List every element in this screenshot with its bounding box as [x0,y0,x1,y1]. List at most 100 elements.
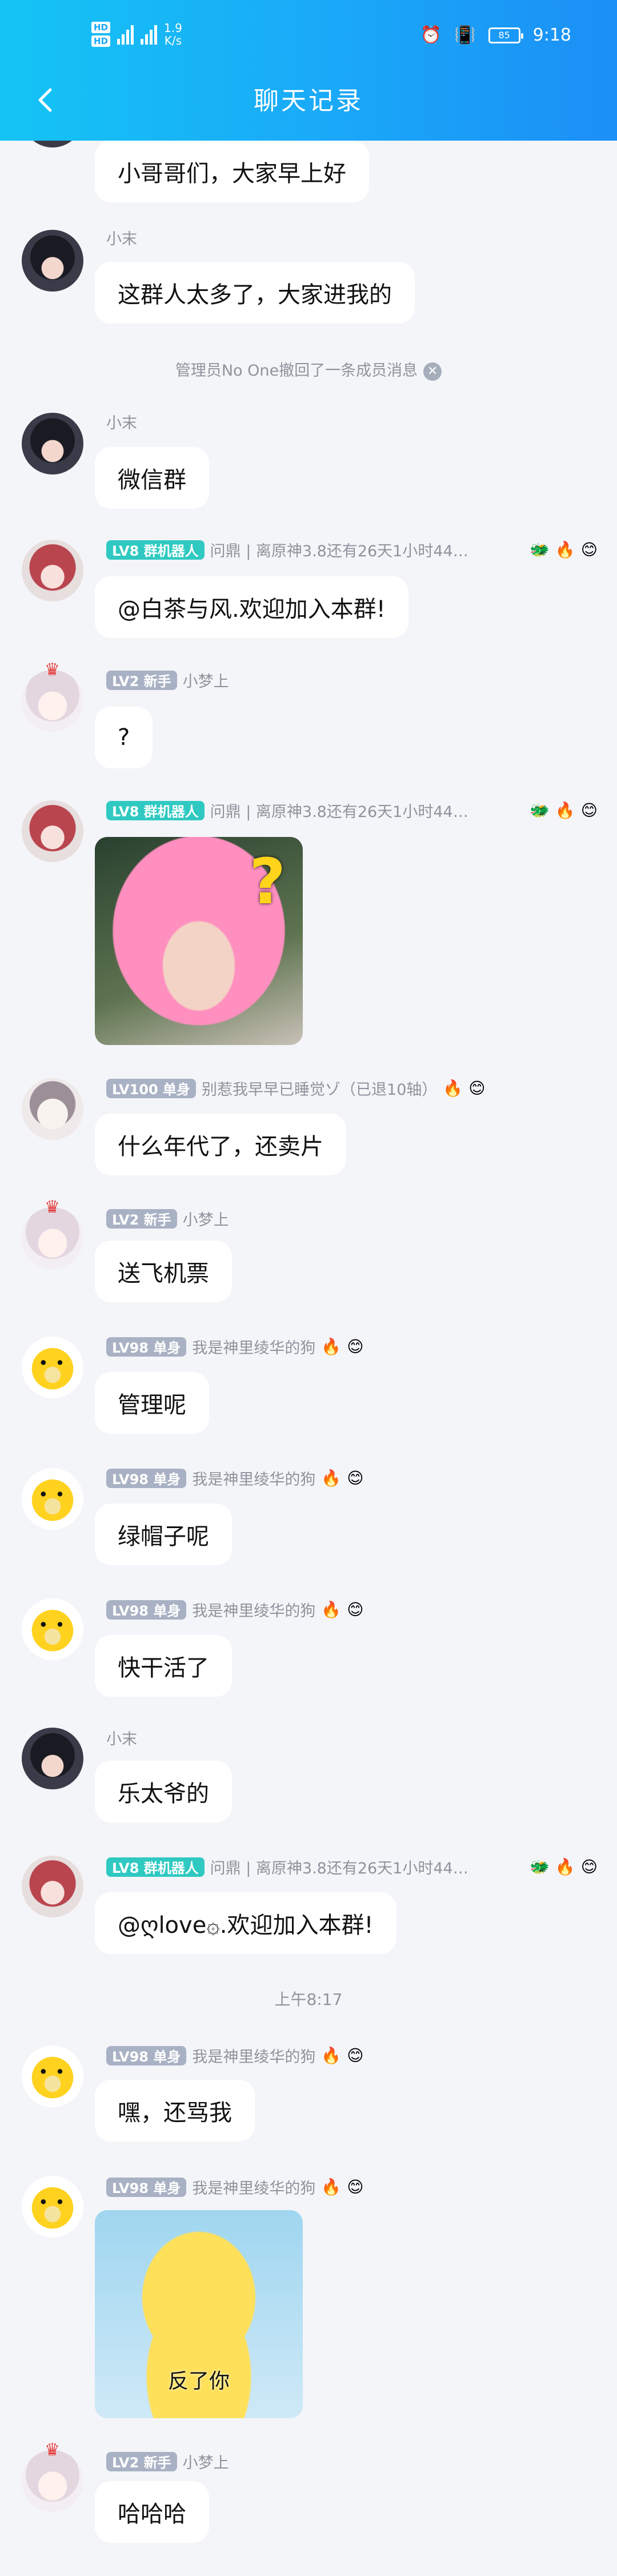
avatar[interactable]: ♛ [22,1197,83,1269]
message-bubble[interactable]: 送飞机票 [95,1241,232,1302]
header: HD HD 1.9 K/s ⏰ 📳 85 9:18 聊天记录 [0,0,617,141]
message-bubble[interactable]: ? [95,707,153,768]
message-bubble[interactable]: 管理呢 [95,1372,209,1434]
avatar[interactable]: ♛ [22,660,83,732]
smile-icon: 😊 [347,1469,364,1488]
sticker-message[interactable]: 反了你 [95,2210,303,2418]
signal-icon [141,24,158,45]
close-icon[interactable]: ✕ [423,362,442,381]
message-bubble[interactable]: 快干活了 [95,1635,232,1697]
sender-name: 我是神里绫华的狗 [192,2180,316,2198]
level-badge: LV98 单身 [106,1600,187,1620]
battery-icon: 85 [488,27,523,43]
sender-name: 小末 [106,230,137,248]
smile-icon: 😊 [580,1857,598,1876]
message-bubble[interactable]: @白茶与风.欢迎加入本群! [95,576,408,638]
fire-icon: 🔥 [321,2046,342,2065]
question-mark-icon: ? [249,845,286,918]
message-bubble[interactable]: 乐太爷的 [95,1761,232,1823]
system-notice-text: 管理员No One撤回了一条成员消息 [175,362,418,380]
message-bubble[interactable]: 这群人太多了，大家进我的 [95,262,415,324]
avatar[interactable] [22,1598,83,1660]
level-badge: LV98 单身 [106,2045,187,2065]
message-bubble[interactable]: 微信群 [95,447,209,509]
sender-name: 我是神里绫华的狗 [192,1339,316,1357]
message-bubble[interactable]: 嘿，还骂我 [95,2080,255,2142]
fire-icon: 🔥 [321,1337,342,1356]
avatar[interactable] [22,1728,83,1789]
dragon-icon: 🐲 [530,540,550,559]
page-title: 聊天记录 [254,86,363,115]
avatar[interactable] [22,2045,83,2107]
smile-icon: 😊 [468,1079,486,1098]
level-badge: LV2 新手 [106,670,177,690]
sender-name: 别惹我早早已睡觉ゾ（已退10轴） [202,1081,438,1099]
sender-name: 我是神里绫华的狗 [192,1471,316,1489]
signal-icon [117,24,134,45]
sender-name: 小梦上 [182,673,229,691]
level-badge: LV8 群机器人 [106,800,205,820]
avatar[interactable] [22,1337,83,1398]
dragon-icon: 🐲 [530,1857,550,1876]
fire-icon: 🔥 [321,1600,342,1619]
sender-name: 小末 [106,1730,137,1748]
sender-name: 问鼎 | 离原神3.8还有26天1小时44… [210,543,468,560]
chat-list[interactable]: 小哥哥们，大家早上好 小末 这群人太多了，大家进我的 管理员No One撤回了一… [0,0,617,2576]
time-separator: 上午8:17 [274,1990,343,2009]
avatar[interactable] [22,1468,83,1530]
level-badge: LV8 群机器人 [106,540,205,560]
level-badge: LV2 新手 [106,2451,177,2471]
sender-name: 我是神里绫华的狗 [192,2048,316,2066]
hd-label: HD [91,22,111,33]
system-notice: 管理员No One撤回了一条成员消息 ✕ [0,358,617,381]
crown-icon: ♛ [45,660,60,680]
message-bubble[interactable]: 哈哈哈 [95,2481,209,2543]
avatar[interactable] [22,1856,83,1917]
smile-icon: 😊 [580,801,598,820]
level-badge: LV8 群机器人 [106,1857,205,1877]
sender-name: 小梦上 [182,2454,229,2472]
smile-icon: 😊 [347,1337,364,1356]
level-badge: LV98 单身 [106,2177,187,2197]
fire-icon: 🔥 [321,1469,342,1488]
avatar[interactable] [22,230,83,292]
avatar[interactable] [22,540,83,601]
message-bubble[interactable]: @ღlove۞.欢迎加入本群! [95,1892,396,1954]
image-message[interactable]: ? [95,837,303,1045]
dragon-icon: 🐲 [530,801,550,820]
clock: 9:18 [532,25,571,45]
crown-icon: ♛ [45,2440,60,2460]
fire-icon: 🔥 [555,801,575,820]
fire-icon: 🔥 [555,1857,575,1876]
avatar[interactable]: ♛ [22,2440,83,2512]
sender-name: 问鼎 | 离原神3.8还有26天1小时44… [210,803,468,821]
vibrate-icon: 📳 [454,25,476,45]
sender-name: 我是神里绫华的狗 [192,1602,316,1620]
smile-icon: 😊 [347,2178,364,2196]
sender-name: 问鼎 | 离原神3.8还有26天1小时44… [210,1860,468,1877]
fire-icon: 🔥 [555,540,575,559]
avatar[interactable] [22,800,83,862]
avatar[interactable] [22,2176,83,2238]
fire-icon: 🔥 [321,2178,342,2196]
sender-name: 小梦上 [182,1211,229,1229]
network-speed: 1.9 K/s [164,21,182,47]
level-badge: LV2 新手 [106,1209,177,1229]
sticker-caption: 反了你 [167,2370,230,2393]
alarm-icon: ⏰ [420,25,442,45]
level-badge: LV98 单身 [106,1337,187,1357]
hd-label: HD [91,35,111,47]
avatar[interactable] [22,1078,83,1140]
avatar[interactable] [22,413,83,474]
smile-icon: 😊 [580,540,598,559]
message-bubble[interactable]: 小哥哥们，大家早上好 [95,141,369,202]
crown-icon: ♛ [45,1197,60,1217]
message-bubble[interactable]: 绿帽子呢 [95,1504,232,1565]
level-badge: LV98 单身 [106,1468,187,1488]
level-badge: LV100 单身 [106,1078,197,1098]
fire-icon: 🔥 [443,1079,463,1098]
smile-icon: 😊 [347,2046,364,2065]
status-bar: HD HD 1.9 K/s ⏰ 📳 85 9:18 [0,0,617,69]
smile-icon: 😊 [347,1600,364,1619]
message-bubble[interactable]: 什么年代了，还卖片 [95,1114,346,1175]
